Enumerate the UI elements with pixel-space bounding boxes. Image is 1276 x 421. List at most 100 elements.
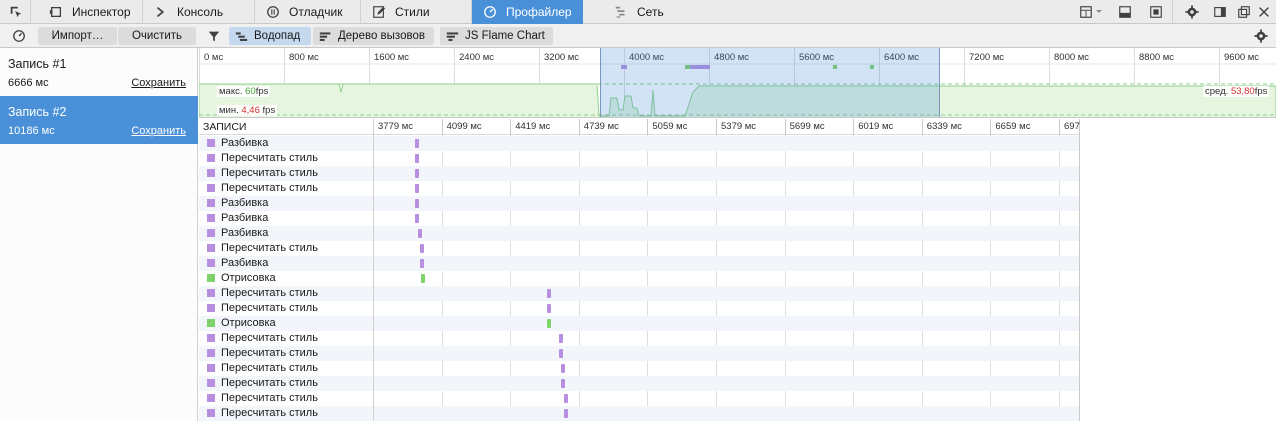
marker-bar[interactable] bbox=[415, 169, 420, 178]
marker-color-swatch bbox=[207, 349, 215, 357]
waterfall-row[interactable]: Пересчитать стиль bbox=[199, 166, 1079, 181]
marker-color-swatch bbox=[207, 304, 215, 312]
tab-network[interactable]: Сеть bbox=[603, 0, 703, 24]
filter-icon[interactable] bbox=[206, 28, 222, 44]
save-recording-link[interactable]: Сохранить bbox=[131, 125, 186, 137]
marker-bar[interactable] bbox=[415, 154, 420, 163]
view-label: JS Flame Chart bbox=[465, 30, 545, 42]
devtools-tab-bar: Инспектор Консоль Отладчик Стили Профайл… bbox=[0, 0, 1276, 24]
tab-style-editor[interactable]: Стили bbox=[361, 0, 472, 24]
marker-bar[interactable] bbox=[564, 409, 569, 418]
waterfall-row[interactable]: Пересчитать стиль bbox=[199, 151, 1079, 166]
marker-bar[interactable] bbox=[415, 199, 420, 208]
recording-title: Запись #2 bbox=[8, 105, 67, 119]
recording-title: Запись #1 bbox=[8, 57, 67, 71]
marker-bar[interactable] bbox=[420, 259, 425, 268]
fps-min-label: мин. 4,46 fps bbox=[217, 105, 278, 116]
network-icon bbox=[613, 4, 629, 20]
responsive-mode-icon[interactable] bbox=[1148, 4, 1164, 20]
marker-bar[interactable] bbox=[418, 229, 423, 238]
record-icon[interactable] bbox=[11, 28, 27, 44]
tab-inspector[interactable]: Инспектор bbox=[38, 0, 143, 24]
waterfall-row[interactable]: Разбивка bbox=[199, 226, 1079, 241]
import-button[interactable]: Импорт… bbox=[38, 27, 117, 45]
element-picker-icon[interactable] bbox=[8, 4, 24, 20]
marker-bar[interactable] bbox=[415, 214, 420, 223]
waterfall-row[interactable]: Пересчитать стиль bbox=[199, 286, 1079, 301]
marker-color-swatch bbox=[207, 379, 215, 387]
flame-chart-icon bbox=[446, 31, 459, 41]
recording-item[interactable]: Запись #1 6666 мс Сохранить bbox=[0, 48, 198, 96]
waterfall-divider bbox=[373, 119, 374, 421]
tab-console[interactable]: Консоль bbox=[143, 0, 255, 24]
waterfall-right-edge bbox=[1079, 119, 1080, 421]
clear-button[interactable]: Очистить bbox=[118, 27, 196, 45]
marker-bar[interactable] bbox=[547, 289, 552, 298]
recording-item-selected[interactable]: Запись #2 10186 мс Сохранить bbox=[0, 96, 198, 144]
marker-bar[interactable] bbox=[564, 394, 569, 403]
marker-color-swatch bbox=[207, 154, 215, 162]
waterfall-tick-label: 4419 мс bbox=[510, 119, 550, 135]
marker-bar[interactable] bbox=[415, 139, 420, 148]
timeline-overview[interactable]: 0 мс 800 мс 1600 мс 2400 мс 3200 мс 4000 мс 48… bbox=[199, 48, 1276, 118]
marker-name: Пересчитать стиль bbox=[221, 377, 318, 389]
waterfall-header-title: ЗАПИСИ bbox=[203, 121, 247, 133]
marker-bar[interactable] bbox=[420, 274, 425, 283]
undock-icon[interactable] bbox=[1236, 4, 1252, 20]
gear-icon[interactable] bbox=[1184, 4, 1200, 20]
waterfall-row[interactable]: Пересчитать стиль bbox=[199, 406, 1079, 421]
view-waterfall-button[interactable]: Водопад bbox=[229, 27, 311, 45]
chevron-down-icon[interactable] bbox=[1094, 4, 1104, 20]
tab-profiler[interactable]: Профайлер bbox=[472, 0, 583, 24]
marker-name: Пересчитать стиль bbox=[221, 167, 318, 179]
frame-picker-icon[interactable] bbox=[1078, 4, 1094, 20]
waterfall-row[interactable]: Разбивка bbox=[199, 136, 1079, 151]
waterfall-row[interactable]: Пересчитать стиль bbox=[199, 346, 1079, 361]
marker-name: Пересчитать стиль bbox=[221, 242, 318, 254]
console-icon bbox=[153, 4, 169, 20]
waterfall-row[interactable]: Пересчитать стиль bbox=[199, 331, 1079, 346]
waterfall-row[interactable]: Разбивка bbox=[199, 211, 1079, 226]
marker-bar[interactable] bbox=[547, 304, 552, 313]
marker-name: Пересчитать стиль bbox=[221, 182, 318, 194]
view-label: Водопад bbox=[254, 30, 301, 42]
waterfall-row[interactable]: Пересчитать стиль bbox=[199, 181, 1079, 196]
marker-name: Разбивка bbox=[221, 197, 269, 209]
overview-selection[interactable] bbox=[600, 48, 940, 117]
gear-icon[interactable] bbox=[1253, 28, 1269, 44]
waterfall-rows: Разбивка Пересчитать стиль Пересчитать сти… bbox=[199, 136, 1079, 421]
waterfall-row[interactable]: Пересчитать стиль bbox=[199, 301, 1079, 316]
waterfall-row[interactable]: Отрисовка bbox=[199, 316, 1079, 331]
view-flame-chart-button[interactable]: JS Flame Chart bbox=[440, 27, 553, 45]
inspector-icon bbox=[48, 4, 64, 20]
waterfall-row[interactable]: Пересчитать стиль bbox=[199, 241, 1079, 256]
waterfall-row[interactable]: Пересчитать стиль bbox=[199, 376, 1079, 391]
marker-bar[interactable] bbox=[561, 364, 566, 373]
marker-bar[interactable] bbox=[547, 319, 552, 328]
marker-name: Разбивка bbox=[221, 257, 269, 269]
marker-bar[interactable] bbox=[420, 244, 425, 253]
waterfall-row[interactable]: Пересчитать стиль bbox=[199, 391, 1079, 406]
marker-bar[interactable] bbox=[415, 184, 420, 193]
waterfall-tick-label: 5379 мс bbox=[716, 119, 756, 135]
marker-color-swatch bbox=[207, 259, 215, 267]
dock-side-icon[interactable] bbox=[1212, 4, 1228, 20]
waterfall-row[interactable]: Разбивка bbox=[199, 196, 1079, 211]
save-recording-link[interactable]: Сохранить bbox=[131, 77, 186, 89]
marker-color-swatch bbox=[207, 394, 215, 402]
waterfall-row[interactable]: Отрисовка bbox=[199, 271, 1079, 286]
tab-debugger[interactable]: Отладчик bbox=[255, 0, 361, 24]
marker-bar[interactable] bbox=[558, 334, 563, 343]
marker-name: Пересчитать стиль bbox=[221, 287, 318, 299]
tab-label: Инспектор bbox=[72, 5, 131, 19]
waterfall-row[interactable]: Разбивка bbox=[199, 256, 1079, 271]
marker-bar[interactable] bbox=[561, 379, 566, 388]
profiler-icon bbox=[482, 4, 498, 20]
split-console-icon[interactable] bbox=[1117, 4, 1133, 20]
marker-bar[interactable] bbox=[558, 349, 563, 358]
marker-color-swatch bbox=[207, 289, 215, 297]
view-call-tree-button[interactable]: Дерево вызовов bbox=[313, 27, 434, 45]
close-icon[interactable] bbox=[1256, 4, 1272, 20]
marker-name: Пересчитать стиль bbox=[221, 302, 318, 314]
waterfall-row[interactable]: Пересчитать стиль bbox=[199, 361, 1079, 376]
